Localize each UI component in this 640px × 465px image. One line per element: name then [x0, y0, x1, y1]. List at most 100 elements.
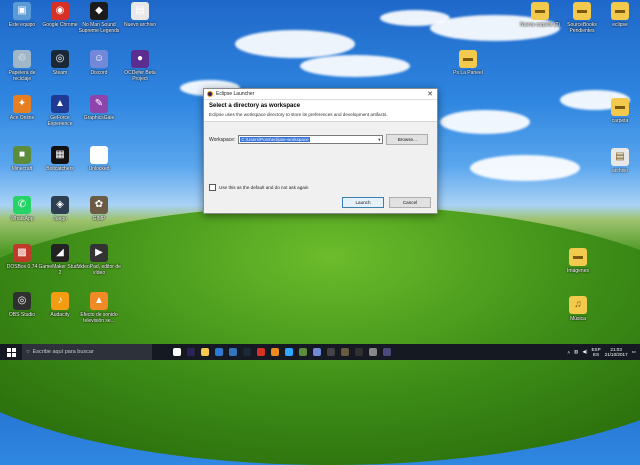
document-icon: ▤	[611, 148, 629, 166]
desktop-icon-label: Unlocked	[88, 166, 110, 172]
file-explorer-icon[interactable]	[198, 344, 212, 360]
desktop-icon[interactable]: ☺ Discord	[77, 50, 121, 76]
clock[interactable]: 21:03 21/10/2017	[605, 347, 628, 358]
edge-icon[interactable]	[226, 344, 240, 360]
dialog-titlebar[interactable]: Eclipse Launcher ✕	[204, 89, 437, 100]
desktop-icon[interactable]: ▲ Efecto de sonido televisión se...	[77, 292, 121, 324]
desktop-icon[interactable]: ▬ Nueva carpeta (2)	[518, 2, 562, 28]
desktop-icon-label: Nueva carpeta (2)	[519, 22, 561, 28]
gimp-icon[interactable]	[338, 344, 352, 360]
dialog-header: Select a directory as workspace Eclipse …	[204, 100, 437, 122]
default-checkbox[interactable]	[209, 184, 216, 191]
desktop-icon[interactable]: ◈ Juego	[38, 196, 82, 222]
desktop-icon[interactable]: ▦ Boltcatchers	[38, 146, 82, 172]
desktop-icon[interactable]: ▬ carpeta	[598, 98, 640, 124]
desktop-icon[interactable]: ▬ Imágenes	[556, 248, 600, 274]
chrome-icon[interactable]	[254, 344, 268, 360]
search-icon: ○	[26, 349, 30, 355]
vlc-icon[interactable]	[268, 344, 282, 360]
desktop-icon[interactable]: ▬ Ps La Paneel	[446, 50, 490, 76]
desktop-icon-label: Efecto de sonido televisión se...	[80, 312, 118, 324]
network-icon[interactable]: ▥	[574, 349, 578, 355]
desktop-icon[interactable]: ◎ Steam	[38, 50, 82, 76]
desktop-icon[interactable]: ♫ Música	[556, 296, 600, 322]
cancel-button[interactable]: Cancel	[389, 197, 431, 208]
folder-icon: ▬	[573, 2, 591, 20]
settings-icon-glyph	[369, 348, 377, 356]
start-button[interactable]	[0, 344, 22, 360]
volume-icon[interactable]: ◀)	[582, 349, 587, 355]
desktop-icon[interactable]: ♪ Audacity	[38, 292, 82, 318]
recycle-bin-icon: ♲	[13, 50, 31, 68]
desktop-icon-label: carpeta	[611, 118, 629, 124]
language-indicator[interactable]: ESP ES	[591, 347, 600, 358]
eclipse-icon	[207, 91, 213, 97]
settings-icon[interactable]	[366, 344, 380, 360]
gimp-icon-glyph	[341, 348, 349, 356]
steam-icon-glyph	[243, 348, 251, 356]
desktop-icon[interactable]: ◉ Google Chrome	[38, 2, 82, 28]
eclipse-running-icon[interactable]	[380, 344, 394, 360]
desktop-icon-label: GraphicsGale	[83, 115, 115, 121]
desktop-icon-label: Nuevo archivo	[124, 22, 156, 28]
browse-button[interactable]: Browse...	[386, 134, 429, 145]
eclipse-launcher-dialog: Eclipse Launcher ✕ Select a directory as…	[203, 88, 438, 214]
desktop-icon[interactable]: ▤ Nuevo archivo	[118, 2, 162, 28]
desktop-icon[interactable]: ◆ No Man Sound Supreme Legends	[77, 2, 121, 34]
file-explorer-icon-glyph	[201, 348, 209, 356]
desktop-icon-label: Discord	[90, 70, 108, 76]
whatsapp-icon: ✆	[13, 196, 31, 214]
desktop-icon[interactable]: ● OCDefer Beta Project	[118, 50, 162, 82]
workspace-row: Workspace: C:\Users\Pons\eclipse-workspa…	[209, 134, 429, 145]
launch-button[interactable]: Launch	[342, 197, 384, 208]
audacity-icon: ♪	[51, 292, 69, 310]
desktop-icon[interactable]: ▤ archivo	[598, 148, 640, 174]
chrome-icon-glyph	[257, 348, 265, 356]
workspace-combobox[interactable]: C:\Users\Pons\eclipse-workspace ▼	[238, 135, 384, 144]
desktop-icon-label: GameMaker Studio 2	[38, 264, 82, 276]
vlc-icon-glyph	[271, 348, 279, 356]
taskbar-search[interactable]: ○ Escribe aquí para buscar	[22, 344, 152, 360]
eclipse-icon[interactable]	[184, 344, 198, 360]
discord-icon[interactable]	[310, 344, 324, 360]
desktop-icon[interactable]: ▲ GeForce Experience	[38, 95, 82, 127]
gimp-icon: ✿	[90, 196, 108, 214]
obs-icon-glyph	[355, 348, 363, 356]
desktop-icon-label: GeForce Experience	[47, 115, 73, 127]
task-view-icon[interactable]	[170, 344, 184, 360]
store-icon-glyph	[215, 348, 223, 356]
default-checkbox-label[interactable]: Use this as the default and do not ask a…	[219, 185, 308, 190]
obs-icon[interactable]	[352, 344, 366, 360]
minecraft-icon-glyph	[299, 348, 307, 356]
taskbar-apps	[170, 344, 394, 360]
desktop-icon[interactable]: ✿ GIMP	[77, 196, 121, 222]
desktop-icon[interactable]: ◢ GameMaker Studio 2	[38, 244, 82, 276]
steam-icon[interactable]	[240, 344, 254, 360]
desktop-icon-label: Ps La Paneel	[453, 70, 483, 76]
close-icon[interactable]: ✕	[427, 90, 433, 98]
workspace-path-value[interactable]: C:\Users\Pons\eclipse-workspace	[240, 137, 310, 142]
store-icon[interactable]	[212, 344, 226, 360]
region-code: ES	[592, 352, 600, 357]
music-folder-icon: ♫	[569, 296, 587, 314]
chevron-down-icon[interactable]: ▼	[377, 136, 381, 143]
desktop-icon-label: No Man Sound Supreme Legends	[78, 22, 120, 34]
tray-arrow-icon[interactable]: ˄	[567, 350, 570, 355]
desktop-icon[interactable]: Unlocked	[77, 146, 121, 172]
photoshop-icon[interactable]	[282, 344, 296, 360]
desktop-icon[interactable]: ✎ GraphicsGale	[77, 95, 121, 121]
gamemaker-icon[interactable]	[324, 344, 338, 360]
search-placeholder[interactable]: Escribe aquí para buscar	[33, 349, 94, 355]
minecraft-icon: ■	[13, 146, 31, 164]
minecraft-icon[interactable]	[296, 344, 310, 360]
desktop-icon[interactable]: ▬ eclipse	[598, 2, 640, 28]
desktop-icon-label: eclipse	[612, 22, 628, 28]
edge-icon-glyph	[229, 348, 237, 356]
chrome-icon: ◉	[51, 2, 69, 20]
desktop-icon[interactable]: ▶ VideoPad, editor de vídeo	[77, 244, 121, 276]
discord-icon: ☺	[90, 50, 108, 68]
default-checkbox-row[interactable]: Use this as the default and do not ask a…	[209, 184, 308, 191]
dialog-heading: Select a directory as workspace	[209, 103, 301, 109]
notifications-icon[interactable]: ▭	[632, 349, 636, 355]
dosbox-icon: ▩	[13, 244, 31, 262]
